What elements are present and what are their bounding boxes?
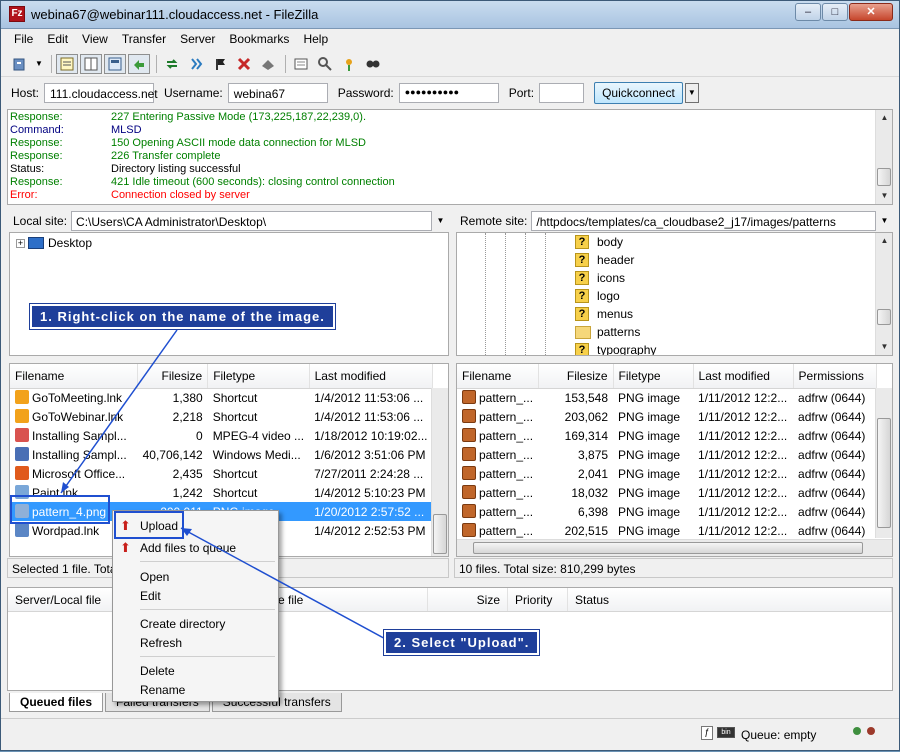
callout-step2: 2. Select "Upload". xyxy=(382,629,541,656)
callout-step1: 1. Right-click on the name of the image. xyxy=(29,303,336,330)
filezilla-window: Fz webina67@webinar111.cloudaccess.net -… xyxy=(0,0,900,751)
